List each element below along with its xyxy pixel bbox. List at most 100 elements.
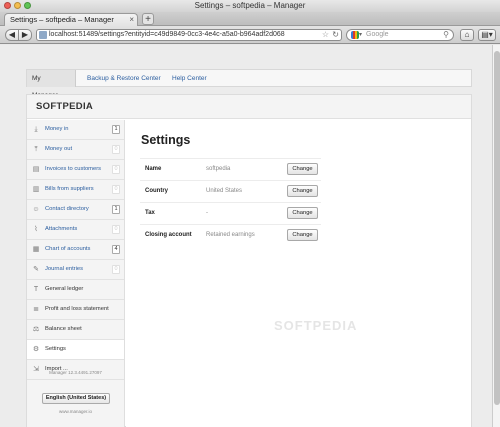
sidebar-item-label: Chart of accounts	[45, 246, 91, 252]
count-badge: 0	[112, 265, 120, 274]
download-icon: ⤓	[34, 126, 38, 133]
new-tab-button[interactable]: +	[142, 13, 154, 25]
sidebar-item-profit-and-loss-statement[interactable]: ≣ Profit and loss statement	[27, 300, 124, 320]
change-button[interactable]: Change	[287, 229, 318, 241]
sidebar-item-invoices-to-customers[interactable]: ▤ Invoices to customers 0	[27, 160, 124, 180]
watermark: SOFTPEDIA	[274, 318, 358, 333]
version-text: Manager 12.3.4491.27097	[49, 370, 102, 375]
count-badge: 0	[112, 225, 120, 234]
language-button[interactable]: English (United States)	[42, 393, 110, 404]
navigation-toolbar: ◀ ▶ localhost:51489/settings?entityid=c4…	[0, 26, 500, 44]
gear-icon: ⚙	[32, 346, 40, 353]
address-bar[interactable]: localhost:51489/settings?entityid=c49d98…	[36, 29, 342, 41]
setting-value: -	[206, 210, 208, 216]
tab-close-icon[interactable]: ×	[129, 14, 134, 26]
browser-tab[interactable]: Settings – softpedia – Manager ×	[4, 13, 138, 26]
sidebar-item-journal-entries[interactable]: ✎ Journal entries 0	[27, 260, 124, 280]
sidebar-item-contact-directory[interactable]: ☺ Contact directory 1	[27, 200, 124, 220]
settings-row-country: Country United States Change	[140, 180, 321, 202]
vertical-scrollbar[interactable]	[492, 45, 500, 427]
bookmark-star-icon[interactable]: ☆	[322, 30, 329, 40]
paperclip-icon: ⌇	[34, 226, 38, 233]
chart-icon: ▦	[32, 246, 40, 253]
setting-name: Closing account	[145, 232, 192, 238]
sidebar-item-label: Balance sheet	[45, 326, 82, 332]
sidebar-item-bills-from-suppliers[interactable]: ▥ Bills from suppliers 0	[27, 180, 124, 200]
change-button[interactable]: Change	[287, 163, 318, 175]
tab-bar: Settings – softpedia – Manager × +	[0, 12, 500, 26]
nav-help-center[interactable]: Help Center	[167, 70, 212, 87]
sidebar-item-money-out[interactable]: ⤒ Money out 0	[27, 140, 124, 160]
tab-title: Settings – softpedia – Manager	[10, 15, 114, 24]
sidebar-item-attachments[interactable]: ⌇ Attachments 0	[27, 220, 124, 240]
home-button[interactable]: ⌂	[460, 29, 474, 41]
sidebar-item-label: Money in	[45, 126, 69, 132]
chevron-down-icon[interactable]: ▾	[359, 30, 362, 40]
contacts-icon: ☺	[32, 206, 40, 213]
setting-name: Name	[145, 166, 162, 172]
sidebar-item-label: Bills from suppliers	[45, 186, 94, 192]
app-panel: SOFTPEDIA ⤓ Money in 1 ⤒ Money out 0 ▤ Invoices…	[26, 94, 472, 427]
search-placeholder: Google	[366, 31, 389, 38]
settings-row-tax: Tax - Change	[140, 202, 321, 224]
change-button[interactable]: Change	[287, 185, 318, 197]
page-title: Settings	[141, 133, 191, 147]
url-text: localhost:51489/settings?entityid=c49d98…	[49, 31, 285, 38]
sidebar-item-label: General ledger	[45, 286, 84, 292]
nav-backup-restore[interactable]: Backup & Restore Center	[82, 70, 166, 87]
nav-my-manager[interactable]: My Manager▾	[27, 70, 76, 99]
forward-button[interactable]: ▶	[19, 29, 32, 41]
google-icon[interactable]	[351, 31, 359, 39]
bill-icon: ▥	[32, 186, 40, 193]
sidebar-item-label: Invoices to customers	[45, 166, 102, 172]
minimize-window-button[interactable]	[14, 2, 21, 9]
sidebar-item-label: Journal entries	[45, 266, 84, 272]
zoom-window-button[interactable]	[24, 2, 31, 9]
back-button[interactable]: ◀	[5, 29, 19, 41]
count-badge: 1	[112, 125, 120, 134]
sidebar-item-label: Contact directory	[45, 206, 89, 212]
count-badge: 4	[112, 245, 120, 254]
sidebar-item-settings[interactable]: ⚙ Settings	[27, 340, 124, 360]
scrollbar-thumb[interactable]	[494, 51, 500, 405]
count-badge: 0	[112, 165, 120, 174]
sidebar-item-balance-sheet[interactable]: ⚖ Balance sheet	[27, 320, 124, 340]
settings-row-name: Name softpedia Change	[140, 158, 321, 180]
settings-row-closing-account: Closing account Retained earnings Change	[140, 224, 321, 246]
profit-icon: ≣	[33, 306, 39, 313]
window-controls	[4, 2, 31, 9]
business-name: SOFTPEDIA	[36, 101, 94, 112]
sidebar: ⤓ Money in 1 ⤒ Money out 0 ▤ Invoices to custom…	[27, 120, 125, 427]
site-icon	[39, 31, 47, 39]
change-button[interactable]: Change	[287, 207, 318, 219]
count-badge: 1	[112, 205, 120, 214]
upload-icon: ⤒	[34, 146, 38, 153]
pencil-icon: ✎	[33, 266, 39, 273]
sidebar-item-label: Profit and loss statement	[45, 306, 109, 312]
count-badge: 0	[112, 185, 120, 194]
balance-icon: ⚖	[32, 326, 40, 333]
setting-value: softpedia	[206, 166, 231, 172]
bookmarks-menu-button[interactable]: ▤▾	[478, 29, 496, 41]
setting-name: Tax	[145, 210, 155, 216]
business-header: SOFTPEDIA	[27, 95, 471, 119]
setting-value: Retained earnings	[206, 232, 255, 238]
count-badge: 0	[112, 145, 120, 154]
sidebar-item-general-ledger[interactable]: T General ledger	[27, 280, 124, 300]
sidebar-item-chart-of-accounts[interactable]: ▦ Chart of accounts 4	[27, 240, 124, 260]
search-input[interactable]: ▾ Google ⚲	[346, 29, 454, 41]
page-viewport: My Manager▾ Backup & Restore Center Help…	[0, 45, 492, 427]
sidebar-item-label: Settings	[45, 346, 66, 352]
sidebar-item-money-in[interactable]: ⤓ Money in 1	[27, 120, 124, 140]
setting-value: United States	[206, 188, 243, 194]
close-window-button[interactable]	[4, 2, 11, 9]
search-icon[interactable]: ⚲	[443, 30, 449, 40]
setting-name: Country	[145, 188, 168, 194]
top-navigation: My Manager▾ Backup & Restore Center Help…	[26, 69, 472, 99]
reload-icon[interactable]: ↻	[332, 30, 339, 40]
window-titlebar: Settings – softpedia – Manager	[0, 0, 500, 12]
ledger-icon: T	[33, 286, 39, 293]
settings-content: Settings Name softpedia Change Country Unite…	[126, 120, 471, 427]
site-link[interactable]: www.manager.io	[27, 409, 124, 414]
invoice-icon: ▤	[32, 166, 40, 173]
